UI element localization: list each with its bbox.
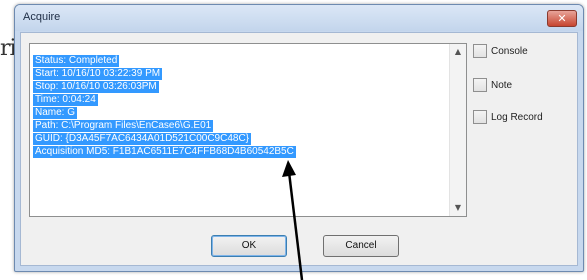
console-checkbox[interactable]	[473, 44, 487, 58]
ok-button[interactable]: OK	[211, 235, 287, 257]
note-label: Note	[491, 79, 513, 91]
log-line-md5: Acquisition MD5: F1B1AC6511E7C4FFB68D4B6…	[33, 146, 296, 158]
close-icon: ✕	[557, 12, 567, 25]
option-console[interactable]: Console	[473, 43, 528, 59]
dialog-title: Acquire	[23, 11, 61, 23]
log-record-label: Log Record	[491, 111, 543, 123]
scroll-up-icon[interactable]: ▲	[450, 44, 466, 60]
acquire-dialog: Acquire ✕ Status: Completed Start: 10/16…	[14, 4, 584, 272]
scroll-down-icon[interactable]: ▼	[450, 200, 466, 216]
cancel-button[interactable]: Cancel	[323, 235, 399, 257]
log-lines: Status: Completed Start: 10/16/10 03:22:…	[33, 48, 296, 158]
acquisition-log-textbox[interactable]: Status: Completed Start: 10/16/10 03:22:…	[29, 43, 467, 217]
close-button[interactable]: ✕	[547, 10, 577, 27]
vertical-scrollbar[interactable]: ▲ ▼	[449, 44, 466, 216]
log-record-checkbox[interactable]	[473, 110, 487, 124]
background-text-fragment: ri	[0, 36, 17, 61]
option-log-record[interactable]: Log Record	[473, 109, 543, 125]
option-note[interactable]: Note	[473, 77, 512, 93]
title-bar[interactable]: Acquire ✕	[15, 5, 583, 31]
dialog-client-area: Status: Completed Start: 10/16/10 03:22:…	[20, 32, 578, 266]
note-checkbox[interactable]	[473, 78, 487, 92]
console-label: Console	[491, 45, 528, 57]
